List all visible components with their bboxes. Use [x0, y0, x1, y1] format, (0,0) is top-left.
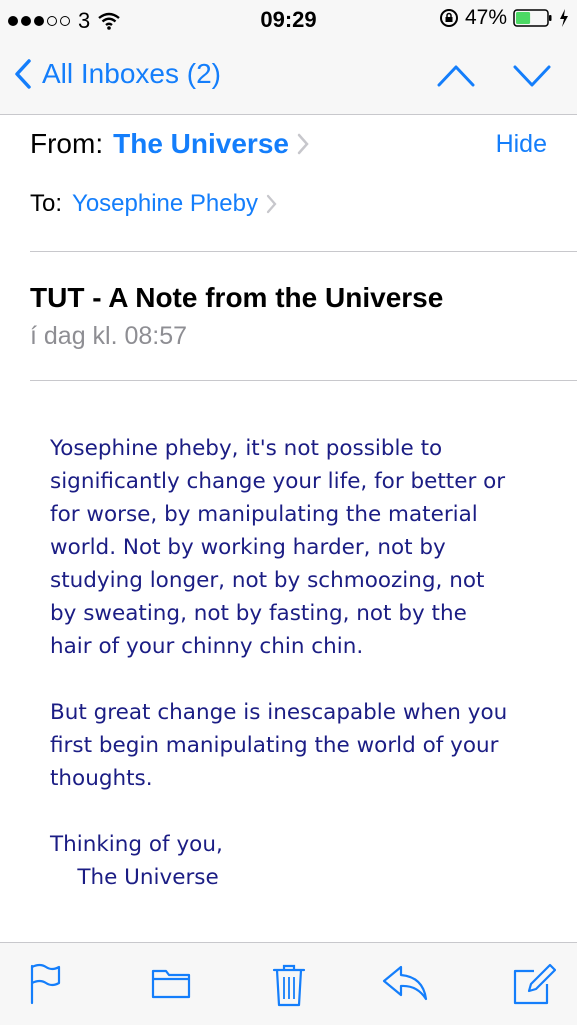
trash-icon[interactable] [272, 963, 306, 1007]
folder-icon[interactable] [151, 963, 191, 1001]
compose-icon[interactable] [512, 963, 556, 1007]
orientation-lock-icon [439, 8, 459, 28]
hide-button[interactable]: Hide [496, 130, 547, 159]
divider [30, 380, 577, 381]
from-row: From: The Universe Hide [30, 128, 547, 160]
message-navigation [437, 64, 551, 88]
charging-icon [559, 9, 569, 27]
bottom-toolbar [0, 942, 577, 1025]
message-date: í dag kl. 08:57 [30, 322, 188, 350]
chevron-left-icon [15, 59, 31, 89]
to-row: To: Yosephine Pheby [30, 190, 547, 218]
back-button[interactable]: All Inboxes (2) [14, 58, 221, 90]
message-body: Yosephine pheby, it's not possible to si… [50, 436, 508, 890]
back-label: All Inboxes (2) [42, 58, 221, 89]
sender-name[interactable]: The Universe [113, 128, 289, 160]
recipient-name[interactable]: Yosephine Pheby [72, 190, 258, 218]
status-bar: 3 09:29 47% [0, 0, 577, 40]
chevron-right-icon [297, 133, 309, 155]
previous-message-button[interactable] [437, 64, 475, 88]
battery-percent: 47% [464, 6, 507, 29]
status-right: 47% [439, 6, 569, 30]
to-label: To: [30, 190, 63, 217]
flag-icon[interactable] [28, 963, 62, 1005]
message-subject: TUT - A Note from the Universe [30, 282, 444, 313]
chevron-right-icon [266, 194, 277, 214]
reply-icon[interactable] [381, 963, 429, 1003]
navigation-bar: All Inboxes (2) [0, 40, 577, 115]
from-label: From: [30, 128, 104, 159]
battery-icon [513, 8, 553, 28]
next-message-button[interactable] [513, 64, 551, 88]
divider [30, 251, 577, 252]
